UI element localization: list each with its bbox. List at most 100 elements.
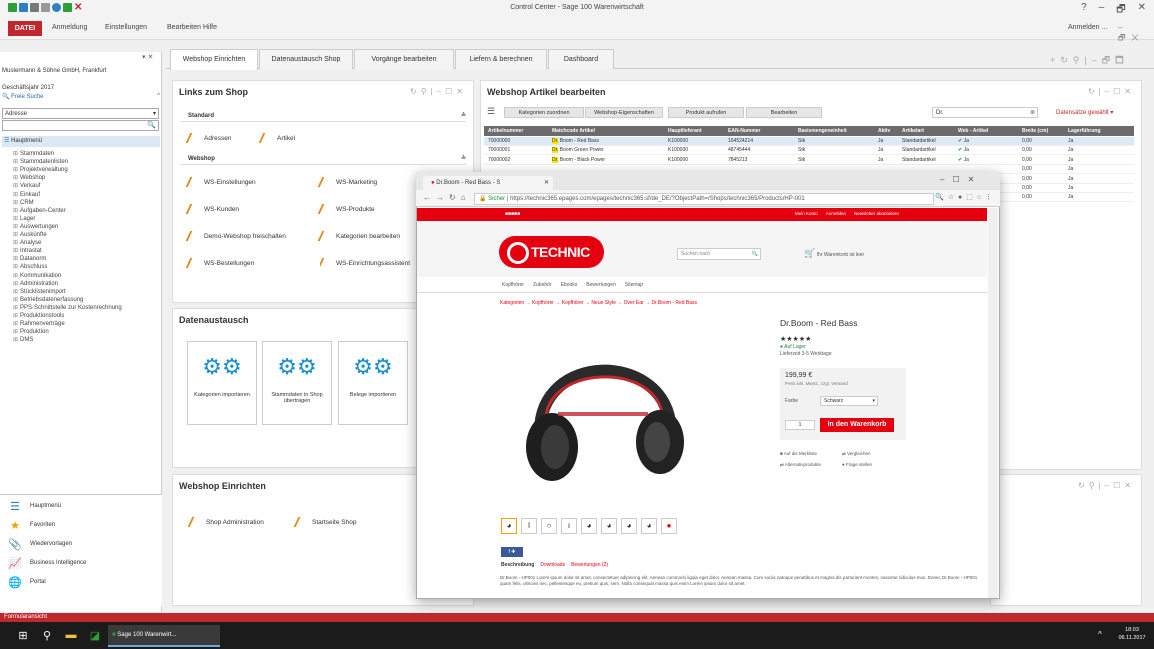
tree-item[interactable]: ⊞ Lager (13, 215, 35, 222)
shop-nav-zubehoer[interactable]: Zubehör (533, 282, 552, 288)
link-kategorien-bearbeiten[interactable]: Kategorien bearbeiten (317, 231, 400, 241)
shop-logo[interactable]: TECHNIC 365 (499, 236, 604, 292)
taskbar-app-sage[interactable]: ■ Sage 100 Warenwirt... (108, 625, 220, 647)
tray-chevron-icon[interactable]: ^ (1098, 630, 1102, 639)
browser-tab[interactable]: ● Dr.Boom - Red Bass - S ✕ (423, 176, 553, 190)
rating-stars[interactable]: ★★★★★ (780, 335, 811, 343)
expand-icon[interactable]: ⊞ (13, 215, 18, 222)
login-menu[interactable]: Anmelden ... (1068, 24, 1107, 31)
nav-portal[interactable]: 🌐 Portal (8, 573, 158, 591)
browser-window-controls[interactable]: –☐✕ (940, 175, 982, 184)
tree-item[interactable]: ⊞ Administration (13, 280, 58, 287)
expand-icon[interactable]: ⊞ (13, 255, 18, 262)
quantity-stepper[interactable]: 1 (785, 420, 815, 430)
breadcrumb[interactable]: Kategorien → Kopfhörer → Kopfhörer → Neu… (500, 300, 697, 306)
tree-item[interactable]: ⊞ Kommunikation (13, 272, 61, 279)
column-header[interactable]: Basismengeneinheit (798, 126, 876, 136)
ribbon-controls[interactable]: –🗗✕ (1118, 23, 1154, 46)
link-shop-administration[interactable]: Shop Administration (187, 517, 264, 527)
section-webshop[interactable]: Webshop ≙ (180, 153, 466, 165)
thumbnail[interactable]: ı (561, 518, 577, 534)
column-header[interactable]: EAN-Nummer (728, 126, 796, 136)
panel-controls[interactable]: ↻⚲|–☐✕ (1078, 481, 1135, 490)
link-anmelden[interactable]: Anmelden (826, 211, 846, 216)
btn-produkt-aufrufen[interactable]: Produkt aufrufen (668, 107, 744, 118)
expand-icon[interactable]: ⊞ (13, 247, 18, 254)
tree-item[interactable]: ⊞ Produktionstools (13, 312, 64, 319)
link-ws-kunden[interactable]: WS-Kunden (185, 204, 239, 214)
language-flags[interactable]: ■■■■■ (505, 211, 520, 217)
column-header[interactable]: Matchcode Artikel (552, 126, 666, 136)
tab-datenaustausch-shop[interactable]: Datenaustausch Shop (259, 49, 353, 69)
expand-icon[interactable]: ⊞ (13, 328, 18, 335)
link-demo-webshop[interactable]: Demo-Webshop freischalten (185, 231, 286, 241)
url-input[interactable]: 🔒 Sicher | https://technic365.epages.com… (474, 193, 934, 205)
thumbnail[interactable]: ◕ (641, 518, 657, 534)
table-row[interactable]: 70000001 Dr. Boom Green Power K100000 48745… (484, 146, 1134, 156)
action-alternativprodukte[interactable]: ⇄ Alternativprodukte (780, 462, 821, 468)
thumbnail[interactable]: ◕ (601, 518, 617, 534)
tree-item[interactable]: ⊞ Stücklistenimport (13, 288, 66, 295)
table-row[interactable]: 70000000 Dr. Boom - Red Bass K100000 154524… (484, 137, 1134, 146)
link-ws-produkte[interactable]: WS-Produkte (317, 204, 375, 214)
tab-bewertungen[interactable]: Bewertungen (2) (571, 562, 608, 568)
tree-item[interactable]: ⊞ Datanorm (13, 255, 46, 262)
shop-nav-kopfhoerer[interactable]: Kopfhörer (502, 282, 524, 288)
sidebar-search-input[interactable]: 🔍 (2, 120, 159, 131)
hamburger-menu-icon[interactable]: ☰ (487, 106, 495, 117)
btn-bearbeiten[interactable]: Bearbeiten (746, 107, 822, 118)
expand-icon[interactable]: ⊞ (13, 223, 18, 230)
menu-anmeldung[interactable]: Anmeldung (52, 24, 87, 31)
column-header[interactable]: Web - Artikel (958, 126, 1020, 136)
tree-item[interactable]: ⊞ CRM (13, 199, 34, 206)
link-artikel[interactable]: Artikel (258, 133, 295, 143)
tab-toolbar-icons[interactable]: +↻⚲|–🗗🗖 (1050, 53, 1129, 69)
tile-stammdaten-uebertragen[interactable]: ⚙⚙ Stammdaten in Shop übertragen (262, 341, 332, 425)
sidebar-pin-icon[interactable]: ▾ ✕ (142, 53, 153, 61)
tab-downloads[interactable]: Downloads (540, 562, 565, 568)
tree-item[interactable]: ⊞ Abschluss (13, 263, 47, 270)
section-standard[interactable]: Standard ≙ (180, 110, 466, 122)
tab-beschreibung[interactable]: Beschreibung (501, 562, 534, 568)
thumbnail[interactable]: ◕ (581, 518, 597, 534)
tab-vorgaenge-bearbeiten[interactable]: Vorgänge bearbeiten (354, 49, 454, 69)
search-type-select[interactable]: Adresse ▾ (2, 108, 159, 119)
expand-icon[interactable]: ⊞ (13, 174, 18, 181)
expand-icon[interactable]: ⊞ (13, 320, 18, 327)
expand-icon[interactable]: ⊞ (13, 280, 18, 287)
expand-icon[interactable]: ⊞ (13, 296, 18, 303)
table-row[interactable]: 70000002 Dr. Boom - Black Power K100000 784… (484, 156, 1134, 165)
tree-item[interactable]: ⊞ Projektverwaltung (13, 166, 68, 173)
browser-nav-icons[interactable]: ←→↻⌂ (423, 193, 471, 202)
nav-favoriten[interactable]: ★ Favoriten (8, 516, 158, 534)
btn-webshop-eigenschaften[interactable]: Webshop-Eigenschaften (585, 107, 663, 118)
file-explorer-icon[interactable]: ▬ (64, 628, 78, 642)
shop-nav-bewertungen[interactable]: Bewertungen (586, 282, 615, 288)
expand-icon[interactable]: ⊞ (13, 199, 18, 206)
link-ws-marketing[interactable]: WS-Marketing (317, 177, 377, 187)
view-selector[interactable]: Datensätze gewählt ▾ (1056, 109, 1113, 116)
close-tab-icon[interactable]: ✕ (544, 176, 553, 190)
btn-kategorien-zuordnen[interactable]: Kategorien zuordnen (504, 107, 584, 118)
thumbnail[interactable]: ǀ (521, 518, 537, 534)
expand-icon[interactable]: ⊞ (13, 288, 18, 295)
tree-item[interactable]: ⊞ Stammdaten (13, 150, 54, 157)
link-mein-konto[interactable]: Mein Konto (795, 211, 818, 216)
expand-icon[interactable]: ⊞ (13, 207, 18, 214)
column-header[interactable]: Artikelnummer (488, 126, 550, 136)
expand-icon[interactable]: ⊞ (13, 150, 18, 157)
tab-webshop-einrichten[interactable]: Webshop Einrichten (170, 49, 258, 70)
article-filter-input[interactable]: Dr. ⊗ (932, 107, 1038, 118)
tree-item[interactable]: ⊞ Intrastat (13, 247, 42, 254)
thumbnail[interactable]: ○ (541, 518, 557, 534)
column-header[interactable]: Breite (cm) (1022, 126, 1066, 136)
file-menu-button[interactable]: DATEI (8, 21, 42, 36)
tree-item[interactable]: ⊞ PPS-Schnittstelle zur Kostenrechnung (13, 304, 122, 311)
product-image[interactable] (500, 322, 700, 502)
column-header[interactable]: Artikelart (902, 126, 956, 136)
nav-hauptmenu[interactable]: ☰ Hauptmenü (8, 497, 158, 515)
tree-item[interactable]: ⊞ DMS (13, 336, 33, 343)
shop-nav-ebooks[interactable]: Ebooks (561, 282, 578, 288)
tree-item[interactable]: ⊞ Aufgaben-Center (13, 207, 66, 214)
action-frage-stellen[interactable]: ● Frage stellen (842, 462, 872, 467)
